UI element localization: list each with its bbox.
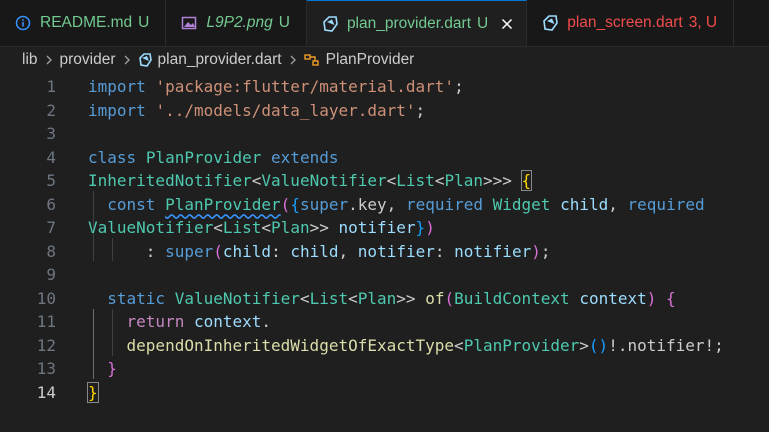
code-line: 8 : super(child: child, notifier: notifi…: [0, 240, 769, 264]
code-line: 7 ValueNotifier<List<Plan>> notifier}): [0, 216, 769, 240]
dart-icon: [138, 53, 152, 67]
git-status-badge: U: [477, 14, 489, 32]
line-number: 8: [46, 241, 56, 261]
line-number: 4: [46, 147, 56, 167]
breadcrumb-item-file[interactable]: plan_provider.dart: [158, 51, 282, 69]
code-text[interactable]: const PlanProvider({super.key, required …: [88, 193, 704, 217]
line-number: 2: [46, 100, 56, 120]
chevron-right-icon: [122, 54, 132, 66]
tab-l9p2-png[interactable]: L9P2.png U: [166, 0, 307, 46]
chevron-right-icon: [44, 54, 54, 66]
dart-icon: [321, 15, 339, 33]
code-text[interactable]: }: [88, 357, 117, 381]
line-number: 3: [46, 124, 56, 143]
line-number: 10: [36, 288, 56, 308]
code-editor[interactable]: 1 import 'package:flutter/material.dart';…: [0, 73, 769, 432]
line-number: 13: [36, 359, 56, 378]
code-line: 1 import 'package:flutter/material.dart';: [0, 75, 769, 99]
line-number: 7: [46, 218, 56, 237]
code-text[interactable]: : super(child: child, notifier: notifier…: [88, 240, 551, 264]
code-line: 14}: [0, 381, 769, 405]
line-number: 5: [46, 171, 56, 190]
class-symbol-icon: [303, 53, 320, 67]
code-text[interactable]: InheritedNotifier<ValueNotifier<List<Pla…: [88, 169, 533, 193]
breadcrumb-item-lib[interactable]: lib: [22, 51, 38, 69]
code-line: 3: [0, 122, 769, 146]
code-text[interactable]: return context.: [88, 310, 272, 334]
breadcrumb: lib provider plan_provider.dart PlanProv…: [0, 47, 769, 73]
code-line: 11 return context.: [0, 310, 769, 334]
image-icon: [180, 14, 198, 32]
tab-plan-screen-dart[interactable]: plan_screen.dart 3, U: [527, 0, 735, 46]
line-number: 14: [36, 382, 56, 402]
line-number: 1: [46, 77, 56, 96]
close-icon[interactable]: [498, 15, 516, 33]
tab-readme-md[interactable]: README.md U: [0, 0, 167, 46]
line-number: 6: [46, 194, 56, 214]
git-status-badge: U: [278, 14, 290, 31]
code-line: 6 const PlanProvider({super.key, require…: [0, 193, 769, 217]
tab-label: L9P2.png: [206, 14, 273, 31]
breadcrumb-item-class[interactable]: PlanProvider: [326, 51, 415, 69]
code-text[interactable]: import '../models/data_layer.dart';: [88, 99, 425, 123]
git-status-badge: 3, U: [688, 14, 718, 31]
tab-label: README.md: [40, 14, 133, 31]
code-line: 13 }: [0, 357, 769, 381]
code-line: 9: [0, 263, 769, 287]
dart-icon: [541, 14, 559, 32]
info-icon: [14, 14, 32, 32]
line-number: 12: [36, 335, 56, 355]
code-text[interactable]: import 'package:flutter/material.dart';: [88, 75, 464, 99]
code-text[interactable]: dependOnInheritedWidgetOfExactType<PlanP…: [88, 334, 724, 358]
line-number: 9: [46, 265, 56, 284]
code-line: 5 InheritedNotifier<ValueNotifier<List<Pl…: [0, 169, 769, 193]
code-line: 10 static ValueNotifier<List<Plan>> of(B…: [0, 287, 769, 311]
tab-plan-provider-dart[interactable]: plan_provider.dart U: [306, 0, 528, 46]
code-line: 2 import '../models/data_layer.dart';: [0, 99, 769, 123]
tab-label: plan_provider.dart: [346, 14, 472, 32]
line-number: 11: [36, 312, 56, 331]
code-text[interactable]: static ValueNotifier<List<Plan>> of(Buil…: [88, 287, 675, 311]
git-status-badge: U: [138, 14, 150, 31]
code-line: 12 dependOnInheritedWidgetOfExactType<Pl…: [0, 334, 769, 358]
code-text[interactable]: }: [87, 381, 99, 405]
breadcrumb-item-provider[interactable]: provider: [60, 51, 116, 69]
editor-tab-bar: README.md U L9P2.png Uplan_provider.dart Upl…: [0, 0, 769, 47]
code-text[interactable]: ValueNotifier<List<Plan>> notifier}): [88, 216, 435, 240]
chevron-right-icon: [288, 54, 298, 66]
code-line: 4 class PlanProvider extends: [0, 146, 769, 170]
tab-label: plan_screen.dart: [567, 14, 683, 31]
code-text[interactable]: class PlanProvider extends: [88, 146, 338, 170]
